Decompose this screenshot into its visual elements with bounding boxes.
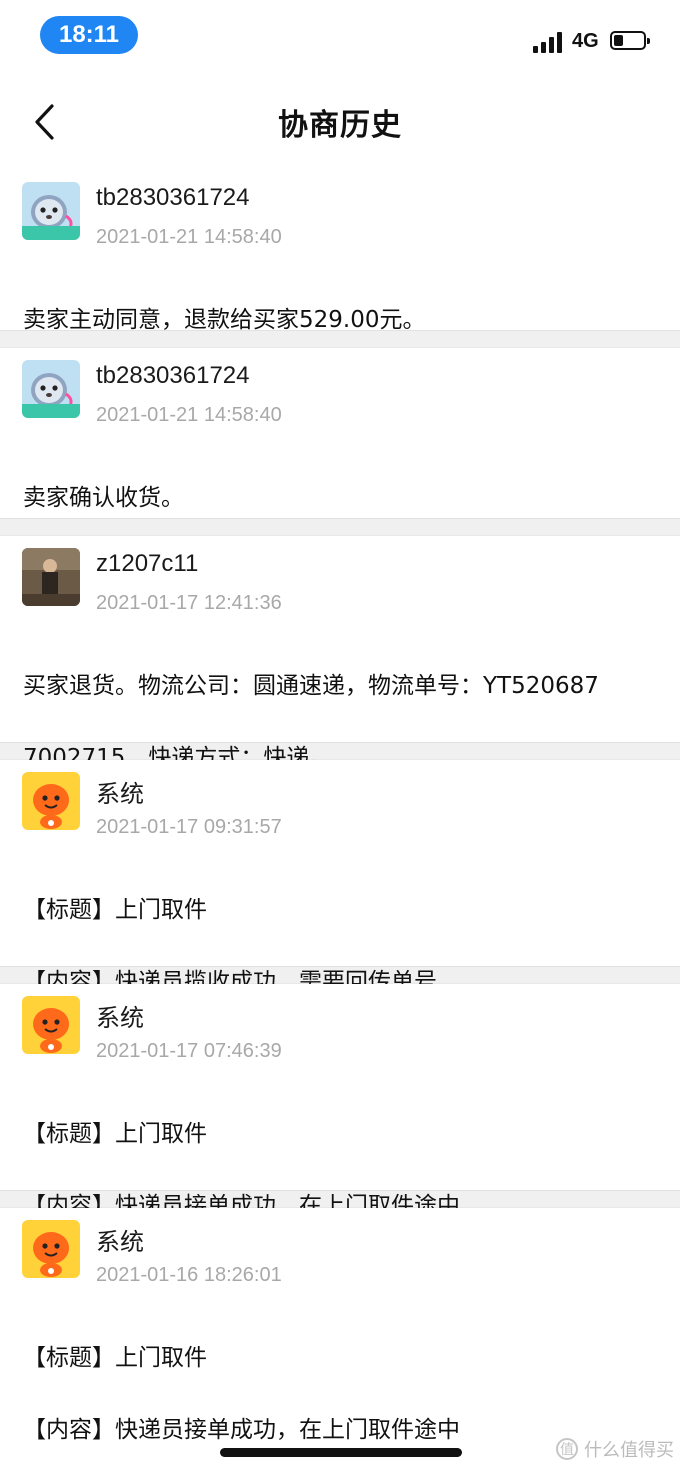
- history-entry: 系统 2021-01-17 07:46:39 【标题】上门取件 【内容】快递员接…: [0, 984, 680, 1219]
- photo-avatar: [22, 548, 80, 606]
- watermark-badge: 值: [556, 1438, 578, 1460]
- seal-avatar-icon: [22, 182, 80, 240]
- home-indicator[interactable]: [220, 1448, 462, 1457]
- signal-icon: [533, 31, 565, 53]
- status-time: 18:11: [40, 16, 138, 54]
- message-line: 卖家确认收货。: [23, 485, 184, 511]
- negotiation-history-list: tb2830361724 2021-01-21 14:58:40 卖家主动同意，…: [0, 170, 680, 1443]
- history-entry: tb2830361724 2021-01-21 14:58:40 卖家确认收货。: [0, 348, 680, 518]
- sender-name: 系统: [96, 781, 144, 808]
- taobao-mascot-icon: [22, 772, 80, 830]
- watermark: 值 什么值得买: [556, 1436, 674, 1462]
- message-timestamp: 2021-01-21 14:58:40: [96, 226, 282, 248]
- page-title: 协商历史: [278, 108, 402, 143]
- message-timestamp: 2021-01-17 12:41:36: [96, 592, 282, 614]
- sender-name: tb2830361724: [96, 184, 250, 211]
- seal-avatar-icon: [22, 360, 80, 418]
- message-timestamp: 2021-01-21 14:58:40: [96, 404, 282, 426]
- status-bar: 18:11 4G: [0, 0, 680, 80]
- history-entry: tb2830361724 2021-01-21 14:58:40 卖家主动同意，…: [0, 170, 680, 333]
- sender-name: 系统: [96, 1005, 144, 1032]
- message-line: 【标题】上门取件: [23, 1345, 207, 1371]
- history-entry: z1207c11 2021-01-17 12:41:36 买家退货。物流公司：圆…: [0, 536, 680, 771]
- network-type: 4G: [572, 30, 599, 52]
- sender-name: 系统: [96, 1229, 144, 1256]
- watermark-text: 什么值得买: [584, 1440, 674, 1461]
- message-timestamp: 2021-01-17 07:46:39: [96, 1040, 282, 1062]
- history-entry: 系统 2021-01-16 18:26:01 【标题】上门取件 【内容】快递员接…: [0, 1208, 680, 1443]
- message-timestamp: 2021-01-16 18:26:01: [96, 1264, 282, 1286]
- sender-name: z1207c11: [96, 550, 199, 577]
- history-entry: 系统 2021-01-17 09:31:57 【标题】上门取件 【内容】快递员揽…: [0, 760, 680, 995]
- taobao-mascot-icon: [22, 996, 80, 1054]
- sender-name: tb2830361724: [96, 362, 250, 389]
- message-line: 卖家主动同意，退款给买家529.00元。: [23, 307, 426, 333]
- message-line: 【标题】上门取件: [23, 897, 207, 923]
- battery-icon: [610, 31, 650, 50]
- message-timestamp: 2021-01-17 09:31:57: [96, 816, 282, 838]
- navigation-bar: 协商历史: [0, 80, 680, 170]
- message-line: 买家退货。物流公司：圆通速递，物流单号：YT520687: [23, 673, 599, 699]
- taobao-mascot-icon: [22, 1220, 80, 1278]
- message-line: 【标题】上门取件: [23, 1121, 207, 1147]
